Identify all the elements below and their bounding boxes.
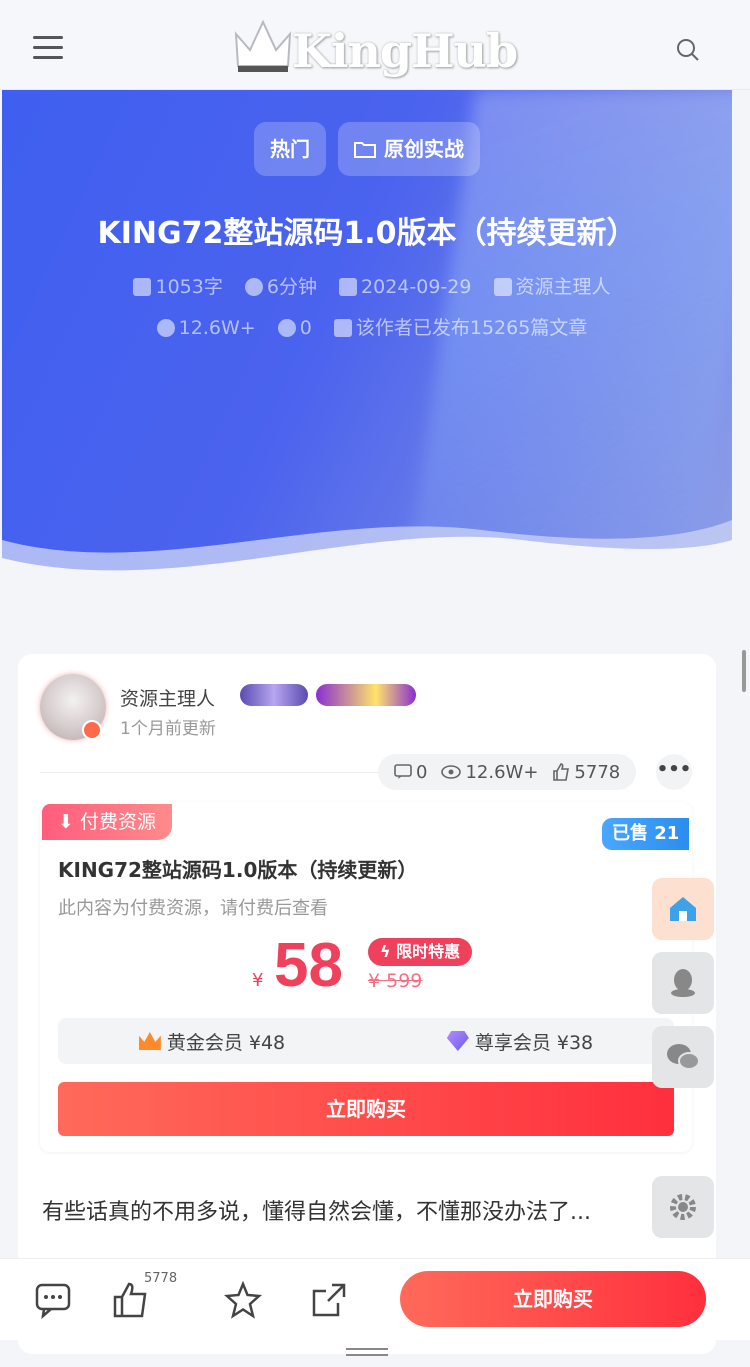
limited-offer-label: 限时特惠 [396, 942, 461, 961]
crown-logo-icon [234, 19, 292, 72]
wechat-icon [667, 1044, 700, 1070]
user-badge-icon [493, 278, 512, 296]
download-icon: ⬇ [58, 811, 74, 833]
member-premium-label: 尊享会员 ¥38 [474, 1031, 594, 1054]
level-badge-icon [240, 684, 308, 706]
meta-words: 1053字 [133, 268, 223, 306]
article-title: KING72整站源码1.0版本（持续更新） [97, 216, 637, 251]
more-options-icon[interactable]: ••• [656, 754, 692, 790]
comment-icon [394, 764, 412, 779]
meta-date-text: 2024-09-29 [361, 276, 472, 298]
paid-resource-box: ⬇ 付费资源 已售 21 KING72整站源码1.0版本（持续更新） 此内容为付… [40, 802, 692, 1152]
original-price: ¥ 599 [368, 970, 423, 992]
vip-badge-icon [82, 720, 102, 740]
tag-category-label: 原创实战 [384, 137, 464, 161]
stat-likes[interactable]: 5778 [552, 762, 620, 783]
calendar-icon [339, 278, 358, 296]
lightning-icon: ϟ [380, 942, 391, 961]
current-price: 58 [274, 931, 343, 1000]
wechat-float-button[interactable] [652, 1026, 714, 1088]
meta-published: 该作者已发布15265篇文章 [333, 309, 588, 347]
currency-symbol: ¥ [252, 970, 264, 991]
home-float-button[interactable] [652, 878, 714, 940]
stat-comments[interactable]: 0 [394, 762, 427, 783]
share-icon[interactable] [310, 1281, 348, 1319]
meta-views: 12.6W+ [156, 309, 256, 347]
gear-icon [670, 1194, 696, 1220]
like-count: 5778 [144, 1271, 178, 1286]
stat-likes-value: 5778 [574, 761, 621, 783]
sold-count-badge: 已售 21 [602, 818, 690, 850]
scrollbar[interactable] [742, 650, 746, 692]
meta-comments: 0 [277, 309, 312, 347]
settings-float-button[interactable] [652, 1176, 714, 1238]
book-icon [333, 319, 352, 337]
eye-icon [441, 765, 462, 779]
meta-read-time: 6分钟 [244, 268, 317, 306]
folder-icon [354, 142, 376, 158]
comment-icon[interactable] [34, 1281, 72, 1319]
home-icon [670, 897, 696, 921]
stat-comments-value: 0 [416, 761, 428, 783]
fire-drop-icon [156, 319, 175, 337]
meta-comments-text: 0 [299, 317, 312, 339]
stat-views: 12.6W+ [441, 762, 538, 783]
paid-resource-tag: ⬇ 付费资源 [42, 804, 172, 840]
buy-now-button[interactable]: 立即购买 [58, 1082, 674, 1136]
bottom-buy-now-button[interactable]: 立即购买 [400, 1271, 706, 1327]
vip-level-badge-icon [316, 684, 416, 706]
qq-float-button[interactable] [652, 952, 714, 1014]
resource-description: 此内容为付费资源，请付费后查看 [58, 898, 328, 919]
author-updated: 1个月前更新 [120, 719, 216, 739]
hero-wave-decoration [2, 520, 732, 590]
article-meta: 1053字 6分钟 2024-09-29 资源主理人 12.6W+ 0 该作者已… [82, 268, 662, 350]
bottom-action-bar: 5778 立即购买 [0, 1258, 750, 1340]
site-logo[interactable]: KingHub [232, 18, 522, 78]
article-hero-banner: 热门 原创实战 KING72整站源码1.0版本（持续更新） 1053字 6分钟 … [2, 90, 732, 590]
meta-date: 2024-09-29 [339, 268, 471, 306]
article-stats: 0 12.6W+ 5778 [378, 754, 637, 790]
member-prices: 黄金会员 ¥48 尊享会员 ¥38 [58, 1018, 674, 1064]
author-name[interactable]: 资源主理人 [120, 684, 215, 711]
meta-read-time-text: 6分钟 [266, 276, 317, 298]
hamburger-menu-icon[interactable] [33, 36, 63, 60]
home-indicator [346, 1348, 388, 1358]
article-card: 资源主理人 1个月前更新 0 12.6W+ 5778 ••• ⬇ 付费资源 已售… [18, 654, 716, 1354]
tag-hot-label: 热门 [270, 137, 310, 161]
limited-offer-badge: ϟ 限时特惠 [368, 938, 473, 966]
star-icon[interactable] [224, 1281, 262, 1319]
qq-penguin-icon [671, 969, 695, 997]
tag-hot[interactable]: 热门 [254, 122, 326, 176]
meta-views-text: 12.6W+ [178, 317, 256, 339]
divider [40, 772, 398, 773]
meta-published-text: 该作者已发布15265篇文章 [355, 317, 588, 339]
comment-bubble-icon [277, 319, 296, 337]
member-premium-price[interactable]: 尊享会员 ¥38 [366, 1018, 674, 1064]
like-icon[interactable] [112, 1281, 150, 1319]
tag-category[interactable]: 原创实战 [338, 122, 480, 176]
paid-resource-tag-label: 付费资源 [79, 811, 156, 833]
meta-author[interactable]: 资源主理人 [493, 268, 611, 306]
bookmark-icon [133, 278, 152, 296]
member-gold-label: 黄金会员 ¥48 [166, 1031, 286, 1054]
article-excerpt: 有些话真的不用多说，懂得自然会懂，不懂那没办法了... [42, 1200, 591, 1225]
resource-title: KING72整站源码1.0版本（持续更新） [58, 858, 418, 882]
member-gold-price[interactable]: 黄金会员 ¥48 [58, 1018, 366, 1064]
diamond-icon [446, 1031, 469, 1051]
logo-text: KingHub [292, 24, 518, 78]
clock-icon [244, 278, 263, 296]
top-navbar: KingHub [0, 0, 750, 90]
crown-icon [138, 1032, 161, 1050]
search-icon[interactable] [676, 38, 700, 62]
stat-views-value: 12.6W+ [465, 761, 539, 783]
meta-author-text: 资源主理人 [515, 276, 611, 298]
thumbs-up-icon [553, 763, 570, 781]
meta-words-text: 1053字 [155, 276, 223, 298]
